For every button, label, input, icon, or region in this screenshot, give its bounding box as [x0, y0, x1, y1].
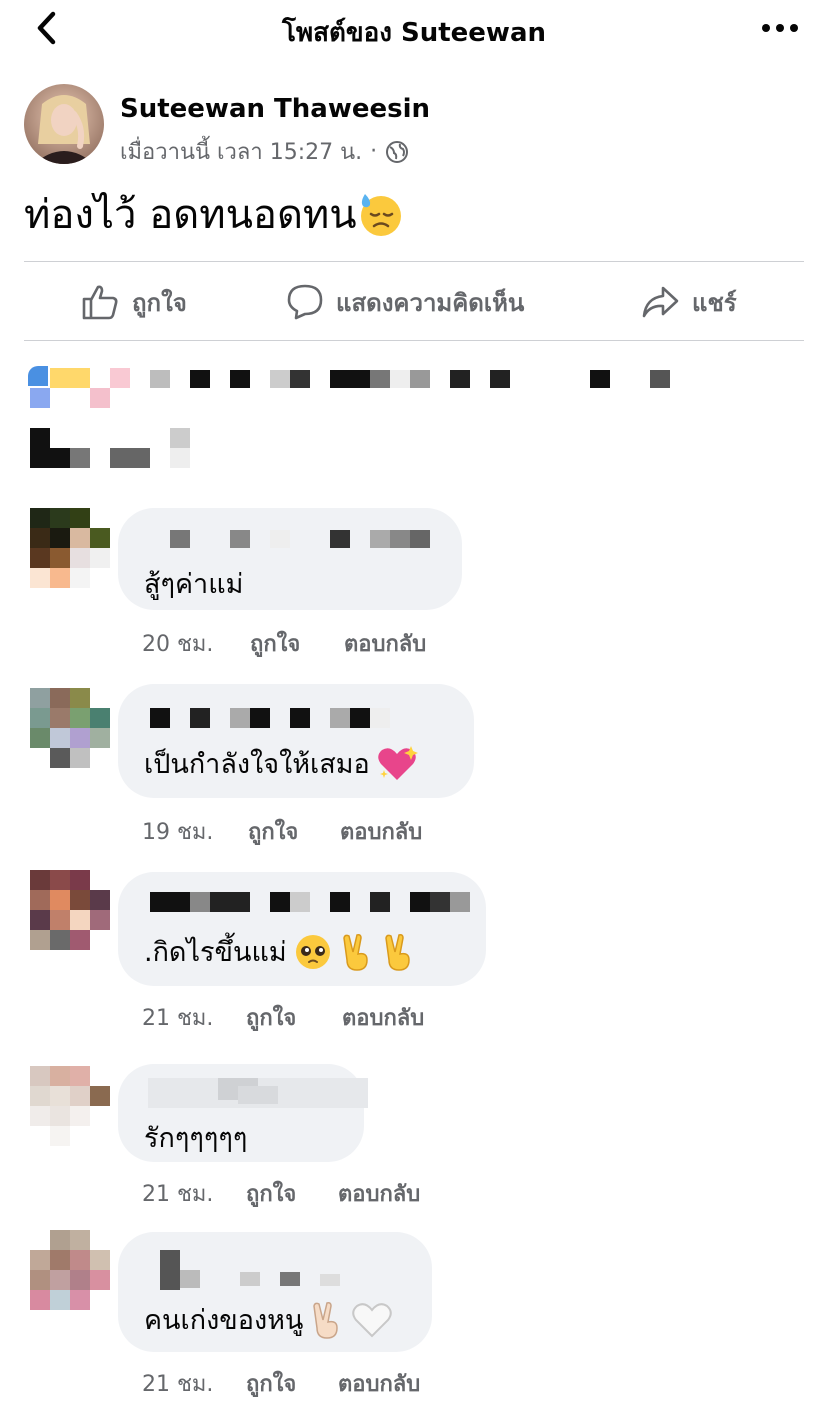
comment-avatar[interactable]: [30, 688, 110, 768]
comment-meta: 21 ชม. ถูกใจ ตอบกลับ: [142, 1366, 420, 1401]
like-label: ถูกใจ: [132, 288, 187, 317]
victory-hand-light-icon: [313, 1301, 339, 1339]
comment-meta: 19 ชม. ถูกใจ ตอบกลับ: [142, 814, 422, 849]
thumbs-up-icon: [82, 285, 118, 320]
comment-text: .กิดไรขึ้นแม่: [144, 930, 417, 973]
pleading-face-icon: [295, 934, 330, 969]
author-avatar[interactable]: [24, 84, 104, 164]
globe-icon: [386, 140, 409, 163]
comment-reply-button[interactable]: ตอบกลับ: [340, 814, 422, 849]
comment-reply-button[interactable]: ตอบกลับ: [344, 626, 426, 661]
post-meta: เมื่อวานนี้ เวลา 15:27 น. ·: [120, 134, 409, 169]
like-button[interactable]: ถูกใจ: [80, 280, 187, 324]
share-label: แชร์: [692, 288, 737, 317]
comment-like-button[interactable]: ถูกใจ: [250, 626, 344, 661]
comment-text-content: .กิดไรขึ้นแม่: [144, 937, 287, 968]
share-icon: [642, 286, 679, 318]
comment-time[interactable]: 21 ชม.: [142, 1366, 246, 1401]
comment-meta: 21 ชม. ถูกใจ ตอบกลับ: [142, 1176, 420, 1211]
comment-bubble[interactable]: คนเก่งของหนู: [118, 1232, 432, 1352]
comment-like-button[interactable]: ถูกใจ: [248, 814, 340, 849]
comment-time[interactable]: 21 ชม.: [142, 1176, 246, 1211]
comment-like-button[interactable]: ถูกใจ: [246, 1000, 342, 1035]
downcast-face-with-sweat-icon: [360, 194, 401, 236]
comment-avatar[interactable]: [30, 1230, 110, 1310]
comment-label: แสดงความคิดเห็น: [336, 288, 525, 317]
share-button[interactable]: แชร์: [640, 280, 737, 324]
comment-time[interactable]: 19 ชม.: [142, 814, 248, 849]
white-heart-icon: [352, 1302, 393, 1337]
comment-reply-button[interactable]: ตอบกลับ: [338, 1366, 420, 1401]
comment-text: สู้ๆค่าแม่: [144, 562, 243, 605]
comment-text: รักๆๆๆๆๆ: [144, 1116, 247, 1159]
comment-text-content: สู้ๆค่าแม่: [144, 569, 244, 600]
post-text-content: ท่องไว้ อดทนอดทน: [24, 192, 357, 238]
comment-text-content: เป็นกำลังใจให้เสมอ: [144, 749, 370, 780]
comment-text-content: รักๆๆๆๆๆ: [144, 1123, 248, 1154]
post-time[interactable]: เมื่อวานนี้ เวลา 15:27 น.: [120, 134, 362, 169]
meta-separator: ·: [370, 139, 378, 164]
top-bar: โพสต์ของ Suteewan: [0, 0, 828, 58]
comment-reply-button[interactable]: ตอบกลับ: [338, 1176, 420, 1211]
comment-icon: [287, 284, 323, 320]
comment-avatar[interactable]: [30, 508, 110, 588]
censored-reaction-summary: [28, 366, 678, 468]
comment-bubble[interactable]: เป็นกำลังใจให้เสมอ: [118, 684, 474, 798]
comment-meta: 21 ชม. ถูกใจ ตอบกลับ: [142, 1000, 424, 1035]
censored-commenter-name: [148, 1078, 368, 1108]
post-text: ท่องไว้ อดทนอดทน: [24, 182, 405, 246]
comment-bubble[interactable]: .กิดไรขึ้นแม่: [118, 872, 486, 986]
censored-commenter-name: [148, 1250, 368, 1290]
censored-commenter-name: [148, 890, 478, 914]
comment-meta: 20 ชม. ถูกใจ ตอบกลับ: [142, 626, 426, 661]
sparkling-heart-icon: [378, 745, 418, 780]
comment-bubble[interactable]: สู้ๆค่าแม่: [118, 508, 462, 610]
comment-text: คนเก่งของหนู: [144, 1298, 393, 1341]
comment-like-button[interactable]: ถูกใจ: [246, 1176, 338, 1211]
comment-reply-button[interactable]: ตอบกลับ: [342, 1000, 424, 1035]
comment-avatar[interactable]: [30, 870, 110, 950]
victory-hand-icon: [342, 933, 368, 971]
author-name[interactable]: Suteewan Thaweesin: [120, 94, 430, 124]
more-options-button[interactable]: [760, 10, 800, 46]
page-title: โพสต์ของ Suteewan: [282, 18, 546, 48]
comment-button[interactable]: แสดงความคิดเห็น: [286, 280, 524, 324]
censored-commenter-name: [148, 706, 408, 730]
comment-bubble[interactable]: รักๆๆๆๆๆ: [118, 1064, 368, 1162]
censored-commenter-name: [148, 528, 438, 552]
comment-time[interactable]: 21 ชม.: [142, 1000, 246, 1035]
comment-text-content: คนเก่งของหนู: [144, 1305, 304, 1336]
victory-hand-icon: [384, 933, 410, 971]
divider: [24, 340, 804, 341]
more-horizontal-icon: [762, 24, 798, 32]
divider: [24, 261, 804, 262]
comment-like-button[interactable]: ถูกใจ: [246, 1366, 338, 1401]
comment-avatar[interactable]: [30, 1066, 110, 1146]
comment-time[interactable]: 20 ชม.: [142, 626, 250, 661]
comment-text: เป็นกำลังใจให้เสมอ: [144, 742, 418, 785]
